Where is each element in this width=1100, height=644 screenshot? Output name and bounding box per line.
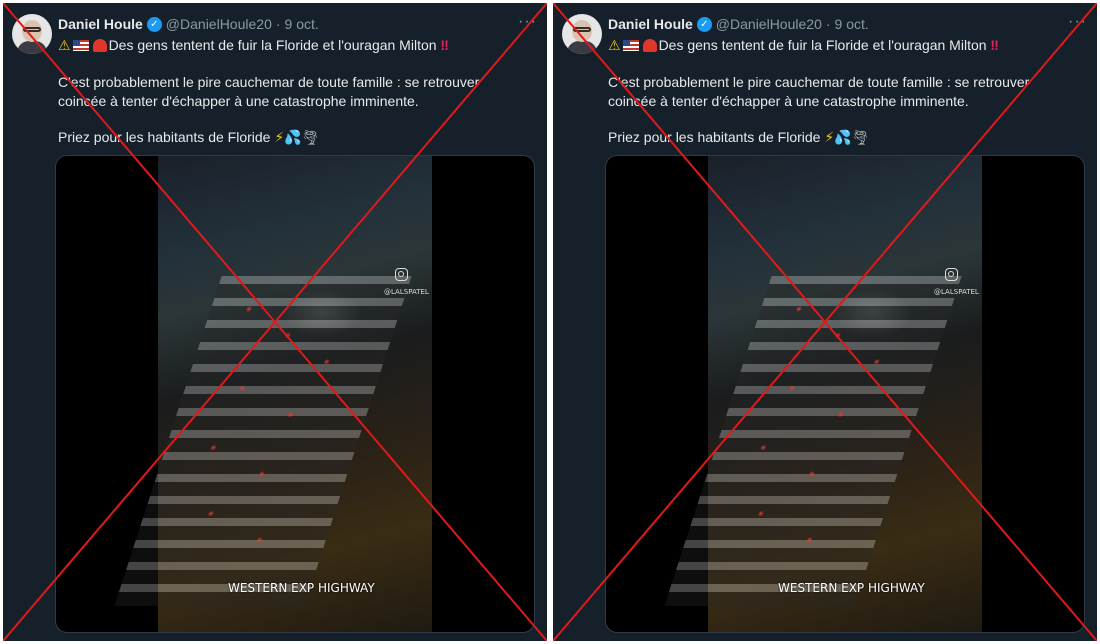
avatar-glasses bbox=[573, 27, 591, 32]
us-flag-icon bbox=[622, 40, 639, 51]
double-exclamation-icon: ‼ bbox=[990, 37, 999, 53]
avatar[interactable] bbox=[12, 14, 52, 54]
more-options-icon[interactable]: ··· bbox=[1068, 13, 1087, 31]
tweet-header: Daniel Houle ✓ @DanielHoule20 · 9 oct. bbox=[58, 14, 537, 34]
verified-badge-icon: ✓ bbox=[696, 16, 712, 32]
siren-icon bbox=[92, 39, 107, 52]
avatar[interactable] bbox=[562, 14, 602, 54]
droplets-icon: 💦 bbox=[834, 129, 852, 145]
tweet-line-4: Priez pour les habitants de Floride ⚡💦🌪 bbox=[58, 128, 535, 147]
video-frame[interactable]: @LALSPATEL WESTERN EXP HIGHWAY bbox=[114, 156, 432, 632]
video-watermark: @LALSPATEL bbox=[934, 288, 979, 296]
tweet-text-line-1: Des gens tentent de fuir la Floride et l… bbox=[108, 37, 437, 53]
tweet-text-line-3: coincée à tenter d'échapper à une catast… bbox=[58, 93, 419, 109]
tweet-text-line-2: C'est probablement le pire cauchemar de … bbox=[608, 74, 1030, 90]
tweet-header: Daniel Houle ✓ @DanielHoule20 · 9 oct. bbox=[608, 14, 1087, 34]
separator-dot: · bbox=[825, 16, 831, 32]
tornado-icon: 🌪 bbox=[301, 129, 320, 145]
video-watermark: @LALSPATEL bbox=[384, 288, 429, 296]
author-name[interactable]: Daniel Houle bbox=[608, 16, 693, 32]
author-handle[interactable]: @DanielHoule20 bbox=[166, 16, 272, 32]
avatar-glasses bbox=[23, 27, 41, 32]
lightning-icon: ⚡ bbox=[824, 129, 835, 145]
traffic-road bbox=[114, 276, 412, 606]
tweet-card-left: Daniel Houle ✓ @DanielHoule20 · 9 oct. ·… bbox=[3, 3, 547, 641]
tweet-text-line-4: Priez pour les habitants de Floride bbox=[58, 129, 271, 145]
more-options-icon[interactable]: ··· bbox=[518, 13, 537, 31]
lightning-icon: ⚡ bbox=[274, 129, 285, 145]
tweet-text-line-4: Priez pour les habitants de Floride bbox=[608, 129, 821, 145]
tweet-text-line-2: C'est probablement le pire cauchemar de … bbox=[58, 74, 480, 90]
tweet-date[interactable]: 9 oct. bbox=[835, 16, 869, 32]
droplets-icon: 💦 bbox=[284, 129, 302, 145]
video-player[interactable]: @LALSPATEL WESTERN EXP HIGHWAY bbox=[55, 155, 535, 633]
tweet-line-4: Priez pour les habitants de Floride ⚡💦🌪 bbox=[608, 128, 1085, 147]
instagram-icon bbox=[945, 268, 958, 281]
avatar-body bbox=[17, 41, 47, 54]
warning-icon: ⚠ bbox=[58, 37, 71, 53]
tweet-line-1: ⚠ Des gens tentent de fuir la Floride et … bbox=[608, 36, 1085, 55]
avatar-body bbox=[567, 41, 597, 54]
tweet-date[interactable]: 9 oct. bbox=[285, 16, 319, 32]
tornado-icon: 🌪 bbox=[851, 129, 870, 145]
verified-badge-icon: ✓ bbox=[146, 16, 162, 32]
video-frame[interactable]: @LALSPATEL WESTERN EXP HIGHWAY bbox=[664, 156, 982, 632]
video-player[interactable]: @LALSPATEL WESTERN EXP HIGHWAY bbox=[605, 155, 1085, 633]
video-caption: WESTERN EXP HIGHWAY bbox=[228, 581, 375, 595]
author-name[interactable]: Daniel Houle bbox=[58, 16, 143, 32]
tweet-text-line-1: Des gens tentent de fuir la Floride et l… bbox=[658, 37, 987, 53]
warning-icon: ⚠ bbox=[608, 37, 621, 53]
separator-dot: · bbox=[275, 16, 281, 32]
tweet-card-right: Daniel Houle ✓ @DanielHoule20 · 9 oct. ·… bbox=[553, 3, 1097, 641]
traffic-road bbox=[664, 276, 962, 606]
instagram-icon bbox=[395, 268, 408, 281]
author-handle[interactable]: @DanielHoule20 bbox=[716, 16, 822, 32]
tweet-line-1: ⚠ Des gens tentent de fuir la Floride et … bbox=[58, 36, 535, 55]
siren-icon bbox=[642, 39, 657, 52]
double-exclamation-icon: ‼ bbox=[440, 37, 449, 53]
us-flag-icon bbox=[72, 40, 89, 51]
video-caption: WESTERN EXP HIGHWAY bbox=[778, 581, 925, 595]
tweet-text-line-3: coincée à tenter d'échapper à une catast… bbox=[608, 93, 969, 109]
